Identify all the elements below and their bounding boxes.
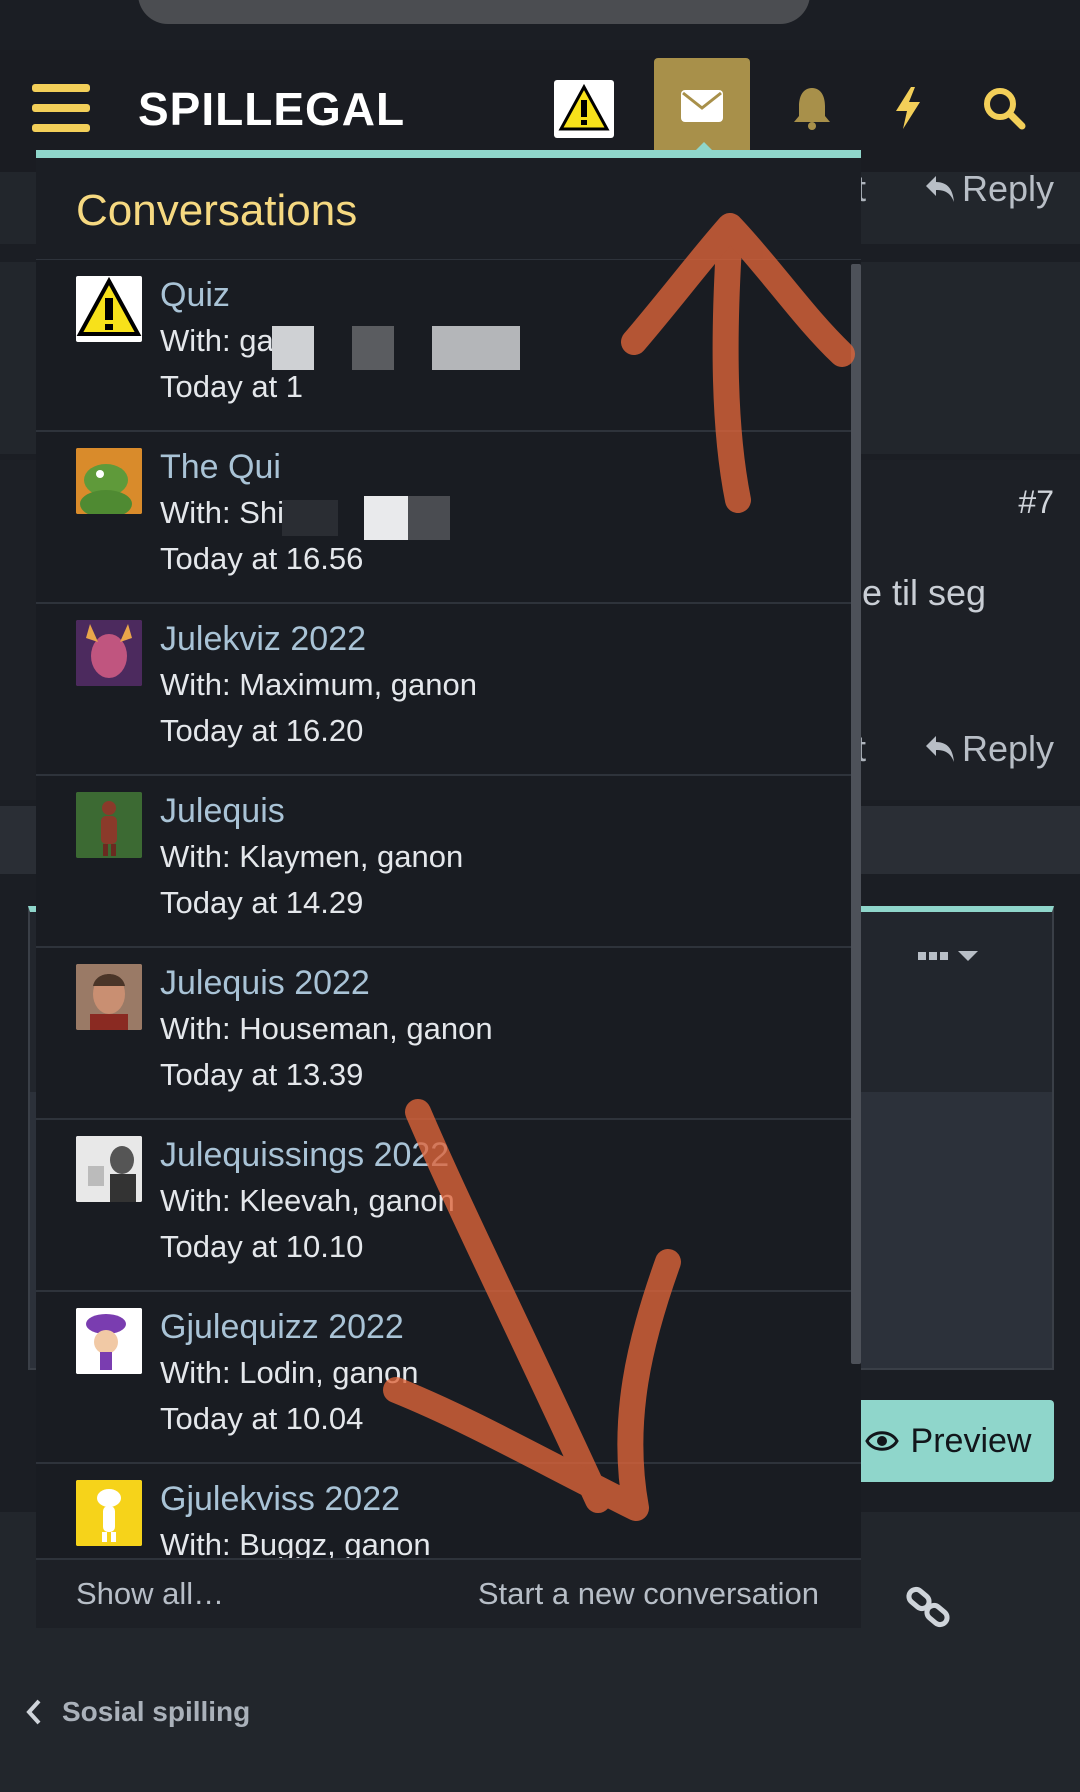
redaction-block — [408, 496, 450, 540]
man-avatar — [76, 964, 142, 1030]
device-status-pill — [138, 0, 810, 24]
conversation-title[interactable]: Julequis — [160, 788, 463, 834]
bell-icon[interactable] — [784, 80, 840, 136]
reply-link[interactable]: Reply — [924, 728, 1054, 770]
conversation-participants: With: Lodin, ganon — [160, 1355, 419, 1390]
conversation-date: Today at 16.20 — [160, 713, 364, 748]
conversation-date: Today at 13.39 — [160, 1057, 364, 1092]
redaction-block — [364, 496, 408, 540]
figure-avatar — [76, 792, 142, 858]
popup-title: Conversations — [36, 158, 861, 260]
conversation-title[interactable]: Julequissings 2022 — [160, 1132, 455, 1178]
demon-avatar — [76, 620, 142, 686]
conversation-title[interactable]: The Qui — [160, 444, 363, 490]
conversation-item[interactable]: Gjulekviss 2022 With: Buggz, ganon — [36, 1464, 861, 1558]
preview-button[interactable]: Preview — [842, 1400, 1054, 1482]
warning-avatar — [76, 276, 142, 342]
show-all-link[interactable]: Show all… — [76, 1576, 224, 1612]
reply-label: Reply — [962, 168, 1055, 209]
conversation-item[interactable]: Quiz With: ga Today at 1 — [36, 260, 861, 432]
conversation-participants: With: Buggz, ganon — [160, 1527, 431, 1558]
conversation-date: Today at 14.29 — [160, 885, 364, 920]
conversation-list[interactable]: Quiz With: ga Today at 1 The Qui With: S… — [36, 260, 861, 1558]
reply-link[interactable]: Reply — [924, 168, 1054, 210]
search-icon[interactable] — [976, 80, 1032, 136]
post-number[interactable]: #7 — [1018, 484, 1054, 521]
post-body-fragment: e til seg — [862, 572, 987, 613]
conversation-item[interactable]: Julekviz 2022 With: Maximum, ganon Today… — [36, 604, 861, 776]
conversation-title[interactable]: Julequis 2022 — [160, 960, 493, 1006]
conversation-date: Today at 1 — [160, 369, 304, 404]
conversation-date: Today at 10.10 — [160, 1229, 364, 1264]
conversation-title[interactable]: Gjulequizz 2022 — [160, 1304, 419, 1350]
reply-icon — [926, 176, 954, 202]
green-creature-avatar — [76, 448, 142, 514]
conversation-item[interactable]: Julequissings 2022 With: Kleevah, ganon … — [36, 1120, 861, 1292]
conversation-title[interactable]: Gjulekviss 2022 — [160, 1476, 431, 1522]
mono-photo-avatar — [76, 1136, 142, 1202]
redaction-block — [432, 326, 520, 370]
conversation-participants: With: Houseman, ganon — [160, 1011, 493, 1046]
redaction-block — [282, 500, 338, 536]
conversation-date: Today at 10.04 — [160, 1401, 364, 1436]
conversation-participants: With: Maximum, ganon — [160, 667, 477, 702]
conversation-participants: With: Kleevah, ganon — [160, 1183, 455, 1218]
conversation-list-scrollbar[interactable] — [851, 264, 861, 1364]
popup-footer: Show all… Start a new conversation — [36, 1558, 861, 1628]
breadcrumb[interactable]: Sosial spilling — [26, 1696, 250, 1728]
conversation-title[interactable]: Julekviz 2022 — [160, 616, 477, 662]
yellow-cartoon-avatar — [76, 1480, 142, 1546]
conversations-popup: Conversations Quiz With: ga Today at 1 T… — [36, 150, 861, 1628]
conversation-item[interactable]: Julequis With: Klaymen, ganon Today at 1… — [36, 776, 861, 948]
purple-character-avatar — [76, 1308, 142, 1374]
start-new-conversation-link[interactable]: Start a new conversation — [478, 1576, 819, 1612]
redaction-block — [352, 326, 394, 370]
breadcrumb-label: Sosial spilling — [62, 1696, 251, 1727]
conversation-item[interactable]: Julequis 2022 With: Houseman, ganon Toda… — [36, 948, 861, 1120]
chevron-left-icon — [26, 1699, 41, 1725]
redaction-block — [272, 326, 314, 370]
user-avatar[interactable] — [554, 80, 614, 138]
more-options-icon[interactable] — [918, 946, 982, 966]
link-icon[interactable] — [904, 1586, 954, 1635]
conversation-date: Today at 16.56 — [160, 541, 364, 576]
reply-label: Reply — [962, 728, 1055, 769]
menu-icon[interactable] — [32, 84, 90, 132]
reply-icon — [926, 736, 954, 762]
preview-label: Preview — [910, 1421, 1032, 1460]
conversation-item[interactable]: The Qui With: Shi Today at 16.56 — [36, 432, 861, 604]
site-brand[interactable]: SPILLEGAL — [138, 82, 405, 136]
conversations-tab[interactable] — [654, 58, 750, 158]
warning-icon — [558, 83, 610, 131]
bolt-icon[interactable] — [880, 80, 936, 136]
eye-icon — [864, 1431, 899, 1451]
conversation-item[interactable]: Gjulequizz 2022 With: Lodin, ganon Today… — [36, 1292, 861, 1464]
envelope-icon — [681, 90, 723, 122]
conversation-title[interactable]: Quiz — [160, 272, 303, 318]
conversation-participants: With: Klaymen, ganon — [160, 839, 464, 874]
